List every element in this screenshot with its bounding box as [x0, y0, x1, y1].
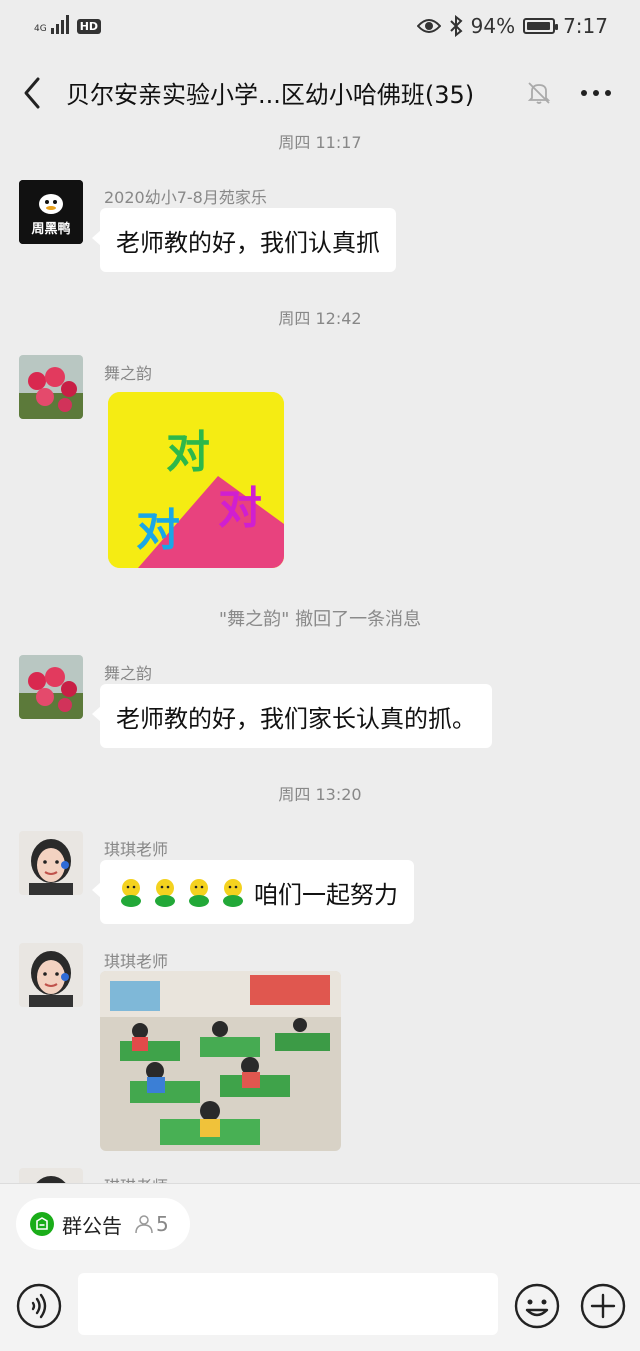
sender-name: 2020幼小7-8月苑家乐 [104, 188, 267, 207]
message-list[interactable]: 周四 11:17 周黑鸭 2020幼小7-8月苑家乐 老师教的好，我们认真抓 周… [0, 125, 640, 1183]
group-notice-button[interactable]: 群公告 5 [16, 1198, 190, 1250]
sticker-char: 对 [136, 505, 180, 556]
timestamp: 周四 12:42 [278, 309, 362, 328]
plus-icon[interactable] [580, 1283, 626, 1329]
battery-fill [527, 22, 550, 30]
input-bar [0, 1263, 640, 1351]
sticker-char: 对 [166, 427, 210, 478]
notice-icon [30, 1212, 54, 1236]
battery-percent: 94% [470, 14, 516, 38]
avatar-caption: 周黑鸭 [31, 222, 71, 237]
status-left: 4G HD [34, 14, 102, 34]
group-notice-bar: 群公告 5 [0, 1183, 640, 1264]
signal-icon [50, 14, 69, 34]
timestamp: 周四 13:20 [278, 785, 362, 804]
clock: 7:17 [563, 14, 608, 38]
more-options-icon[interactable] [578, 79, 614, 107]
message-bubble[interactable]: 老师教的好，我们家长认真的抓。 [92, 684, 492, 748]
flower-avatar-icon [19, 655, 83, 719]
strong-emoji-icon [121, 879, 141, 907]
status-right: 94% 7:17 [416, 14, 608, 38]
eye-icon [416, 19, 441, 33]
teacher-avatar-icon [19, 943, 83, 1007]
back-arrow-icon[interactable] [18, 75, 48, 111]
message-bubble[interactable]: 咱们一起努力 [92, 860, 414, 924]
member-count: 5 [156, 1212, 169, 1236]
sender-name: 舞之韵 [104, 364, 153, 383]
sender-name: 琪琪老师 [104, 840, 169, 859]
avatar[interactable] [19, 355, 83, 419]
chat-title: 贝尔安亲实验小学...区幼小哈佛班(35) [66, 81, 475, 109]
message-text: 咱们一起努力 [254, 880, 398, 909]
classroom-photo [100, 971, 341, 1151]
message-input[interactable] [78, 1273, 498, 1335]
sender-name: 琪琪老师 [104, 1173, 168, 1183]
emoji-group [116, 877, 248, 907]
chat-header: 贝尔安亲实验小学...区幼小哈佛班(35) [0, 55, 640, 130]
bluetooth-icon [449, 15, 463, 37]
voice-input-icon[interactable] [16, 1283, 62, 1329]
avatar[interactable] [19, 1168, 83, 1183]
sticker-char: 对 [218, 483, 262, 534]
members-icon [135, 1215, 153, 1234]
emoji-icon[interactable] [514, 1283, 560, 1329]
avatar[interactable] [19, 655, 83, 719]
sender-name: 琪琪老师 [104, 952, 169, 971]
sticker-message[interactable]: 对 对 对 [108, 392, 284, 568]
strong-emoji-icon [223, 879, 243, 907]
group-notice-label: 群公告 [62, 1213, 122, 1238]
recall-notice: "舞之韵" 撤回了一条消息 [218, 609, 422, 630]
flower-avatar-icon [19, 355, 83, 419]
teacher-avatar-icon [19, 831, 83, 895]
network-type: 4G [34, 24, 47, 34]
sender-name: 舞之韵 [104, 664, 153, 683]
avatar[interactable]: 周黑鸭 [19, 180, 83, 244]
image-message[interactable] [100, 971, 341, 1151]
strong-emoji-icon [189, 879, 209, 907]
timestamp: 周四 11:17 [278, 133, 362, 152]
avatar[interactable] [19, 943, 83, 1007]
teacher-avatar-icon [19, 1168, 83, 1183]
battery-icon [523, 18, 559, 34]
status-bar: 4G HD 94% 7:17 [0, 0, 640, 55]
hd-badge: HD [76, 19, 102, 34]
strong-emoji-icon [155, 879, 175, 907]
avatar[interactable] [19, 831, 83, 895]
mute-bell-icon [527, 82, 551, 104]
message-bubble[interactable]: 老师教的好，我们认真抓 [92, 208, 396, 272]
